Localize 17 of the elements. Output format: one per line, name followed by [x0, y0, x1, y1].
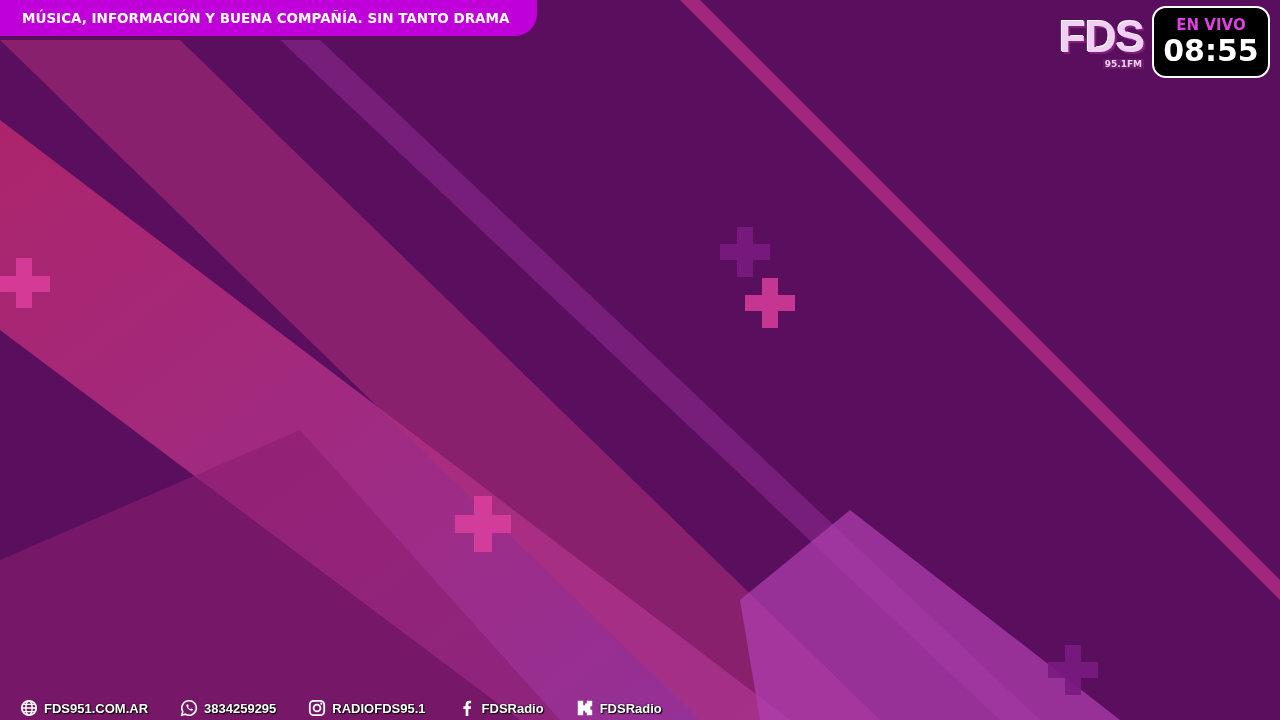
cross-shape [720, 227, 770, 277]
kick-icon [575, 699, 594, 717]
slogan-banner: MÚSICA, INFORMACIÓN Y BUENA COMPAÑÍA. SIN TANTO DRAMA [0, 0, 538, 36]
ticker-text: 3834259295 [204, 700, 277, 716]
ticker-text: FDSRadio [599, 700, 662, 716]
cross-shape [0, 258, 50, 308]
whatsapp-icon [180, 699, 199, 717]
ticker-text: FDS951.COM.AR [44, 700, 149, 716]
globe-icon [20, 699, 38, 717]
live-badge: EN VIVO 08:55 [1152, 6, 1270, 78]
cross-shape [1048, 645, 1098, 695]
station-logo: FDS 95.1FM [1059, 15, 1144, 69]
ticker-text: RADIOFDS95.1 [332, 700, 426, 716]
cross-shape [455, 496, 511, 552]
instagram-icon [308, 699, 327, 717]
ticker-text: FDSRadio [481, 700, 544, 716]
cross-shape [745, 278, 795, 328]
